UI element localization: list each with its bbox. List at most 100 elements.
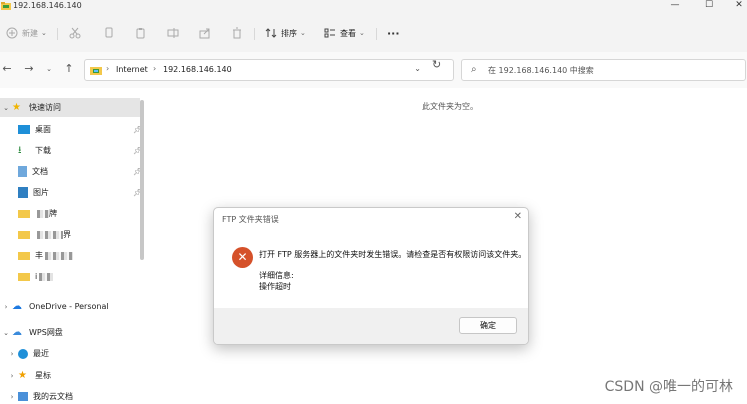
view-button[interactable]: 查看 ⌄ <box>324 24 365 42</box>
search-box[interactable]: ⌕ 在 192.168.146.140 中搜索 <box>461 59 746 81</box>
dialog-title: FTP 文件夹错误 <box>222 215 279 224</box>
search-placeholder: 在 192.168.146.140 中搜索 <box>488 66 594 75</box>
maximize-button[interactable]: ☐ <box>694 0 724 12</box>
sidebar-item-folder[interactable]: 丰 <box>6 246 146 265</box>
divider <box>57 28 58 40</box>
search-icon: ⌕ <box>471 64 477 75</box>
more-options-button[interactable]: ··· <box>387 24 400 42</box>
sidebar-item-pictures[interactable]: 图片 📌︎ <box>6 183 146 202</box>
star-icon: ★ <box>12 102 21 113</box>
rename-button[interactable] <box>167 24 179 42</box>
sidebar-item-label: 牌 <box>49 209 57 218</box>
address-bar[interactable]: › Internet › 192.168.146.140 ⌄ <box>84 59 454 81</box>
sidebar-item-downloads[interactable]: ⭳ 下载 📌︎ <box>6 141 146 160</box>
divider <box>254 28 255 40</box>
paste-button[interactable] <box>135 24 147 42</box>
recent-locations-chevron-icon[interactable]: ⌄ <box>42 62 56 76</box>
chevron-down-icon: ⌄ <box>3 103 9 112</box>
sidebar-item-label: 星标 <box>35 371 51 380</box>
cloud-docs-icon <box>18 392 28 401</box>
back-arrow-icon[interactable]: ← <box>0 62 14 76</box>
paste-icon <box>136 28 145 39</box>
breadcrumb-separator: › <box>106 64 110 73</box>
watermark: CSDN @唯一的可林 <box>604 379 733 395</box>
folder-app-icon <box>1 2 11 10</box>
command-bar: 新建 ⌄ 排序 ⌄ 查看 ⌄ ··· <box>0 14 747 52</box>
sidebar-item-label: 桌面 <box>35 125 51 134</box>
network-folder-icon <box>90 67 102 75</box>
sort-icon <box>265 28 277 38</box>
sidebar-item-label: OneDrive - Personal <box>29 302 109 311</box>
star-icon: ★ <box>18 370 27 381</box>
wps-cloud-icon: ☁ <box>12 327 22 338</box>
detail-label: 详细信息: <box>259 271 294 280</box>
ok-button[interactable]: 确定 <box>459 317 517 334</box>
sidebar-item-label: 图片 <box>33 188 49 197</box>
sidebar-item-folder[interactable]: 牌 <box>6 204 146 223</box>
redacted-text <box>45 251 73 260</box>
sidebar-item-label: WPS网盘 <box>29 328 63 337</box>
sidebar-item-label: 快速访问 <box>29 103 61 112</box>
sidebar-item-label: 下载 <box>35 146 51 155</box>
empty-folder-message: 此文件夹为空。 <box>422 102 478 111</box>
desktop-icon <box>18 125 30 134</box>
sidebar-item-starred[interactable]: › ★ 星标 <box>6 366 146 385</box>
folder-icon <box>18 251 30 260</box>
chevron-down-icon: ⌄ <box>41 29 47 37</box>
sidebar-item-wps[interactable]: ⌄ ☁ WPS网盘 <box>0 323 140 342</box>
sidebar-item-quick-access[interactable]: ⌄ ★ 快速访问 <box>0 98 140 117</box>
new-button[interactable]: 新建 ⌄ <box>6 24 47 42</box>
clock-icon <box>18 348 28 359</box>
new-button-label: 新建 <box>22 28 38 38</box>
chevron-down-icon: ⌄ <box>300 29 306 37</box>
view-button-label: 查看 <box>340 28 356 38</box>
refresh-icon[interactable]: ↻ <box>432 58 441 71</box>
scissors-icon <box>69 27 81 39</box>
title-bar: 192.168.146.140 — ☐ ✕ <box>0 0 747 14</box>
trash-icon <box>233 27 241 39</box>
chevron-right-icon: › <box>10 349 14 358</box>
navigation-pane: ⌄ ★ 快速访问 桌面 📌︎ ⭳ 下载 📌︎ 文档 📌︎ 图片 📌︎ 牌 界 丰… <box>0 88 148 404</box>
sidebar-item-desktop[interactable]: 桌面 📌︎ <box>6 120 146 139</box>
close-button[interactable]: ✕ <box>724 0 747 12</box>
sidebar-item-onedrive[interactable]: › ☁ OneDrive - Personal <box>0 297 140 316</box>
folder-icon <box>18 272 30 281</box>
sidebar-item-label: 丰 <box>35 251 43 260</box>
sidebar-item-label: i <box>35 272 38 281</box>
sidebar-item-folder[interactable]: 界 <box>6 225 146 244</box>
delete-button[interactable] <box>231 24 243 42</box>
address-dropdown-chevron-icon[interactable]: ⌄ <box>414 64 421 73</box>
redacted-text <box>37 230 63 239</box>
sidebar-item-documents[interactable]: 文档 📌︎ <box>6 162 146 181</box>
cloud-icon: ☁ <box>12 301 22 312</box>
view-list-icon <box>324 28 335 38</box>
dialog-close-icon[interactable]: ✕ <box>514 211 522 222</box>
ftp-error-dialog: FTP 文件夹错误 ✕ ✕ 打开 FTP 服务器上的文件夹时发生错误。请检查是否… <box>213 207 529 345</box>
share-icon <box>199 28 210 39</box>
redacted-text <box>39 272 54 281</box>
up-arrow-icon[interactable]: ↑ <box>62 62 76 76</box>
chevron-right-icon: › <box>4 302 8 311</box>
copy-button[interactable] <box>103 24 115 42</box>
cut-button[interactable] <box>69 24 81 42</box>
breadcrumb-host[interactable]: 192.168.146.140 <box>163 65 232 74</box>
chevron-right-icon: › <box>10 392 14 401</box>
folder-icon <box>18 230 30 239</box>
sidebar-item-recent[interactable]: › 最近 <box>6 344 146 363</box>
sidebar-scrollbar[interactable] <box>140 100 144 260</box>
sidebar-item-folder[interactable]: i <box>6 267 146 286</box>
sort-button[interactable]: 排序 ⌄ <box>265 24 306 42</box>
breadcrumb-internet[interactable]: Internet <box>116 65 148 74</box>
folder-icon <box>18 209 30 218</box>
error-icon: ✕ <box>232 247 253 268</box>
minimize-button[interactable]: — <box>660 0 690 12</box>
redacted-text <box>37 209 49 218</box>
copy-icon <box>105 27 113 38</box>
sidebar-item-label: 我的云文档 <box>33 392 73 401</box>
share-button[interactable] <box>199 24 211 42</box>
sidebar-item-cloud-docs[interactable]: › 我的云文档 <box>6 387 146 404</box>
forward-arrow-icon[interactable]: → <box>22 62 36 76</box>
breadcrumb-separator: › <box>153 64 157 73</box>
dialog-footer: 确定 <box>214 308 528 344</box>
chevron-right-icon: › <box>10 371 14 380</box>
